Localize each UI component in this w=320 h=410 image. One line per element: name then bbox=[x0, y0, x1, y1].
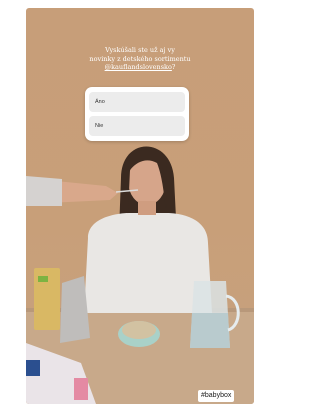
hashtag-sticker[interactable]: #babybox bbox=[198, 390, 235, 402]
story-frame: Vyskúšali ste už aj vy novinky z detskéh… bbox=[26, 8, 254, 404]
question-line2: novinky z detského sortimentu bbox=[89, 54, 191, 63]
question-line1: Vyskúšali ste už aj vy bbox=[105, 46, 175, 54]
question-line3: @kauflandslovensko? bbox=[26, 63, 254, 72]
poll-option-yes[interactable]: Áno bbox=[89, 92, 185, 112]
question-mark: ? bbox=[171, 63, 176, 71]
mention-link[interactable]: @kauflandslovensko bbox=[105, 63, 172, 71]
poll-sticker: Áno Nie bbox=[85, 87, 189, 141]
woman-sweater bbox=[84, 213, 212, 313]
question-sticker: Vyskúšali ste už aj vy novinky z detskéh… bbox=[26, 46, 254, 72]
poll-option-no[interactable]: Nie bbox=[89, 116, 185, 136]
